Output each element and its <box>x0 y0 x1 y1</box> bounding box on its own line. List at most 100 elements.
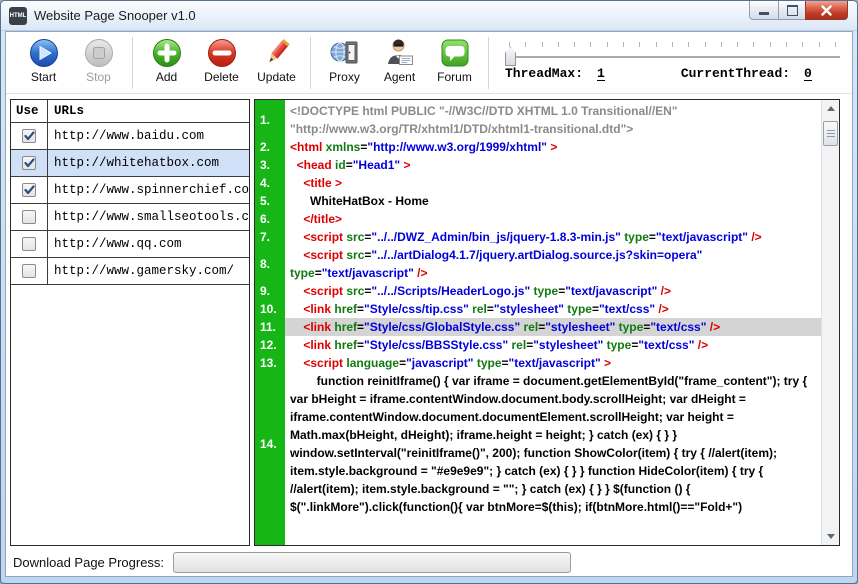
forum-button[interactable]: Forum <box>427 37 482 84</box>
url-cell: http://www.baidu.com <box>48 123 249 149</box>
minimize-button[interactable] <box>749 1 778 20</box>
thread-control-group: ThreadMax: 1 CurrentThread: 0 <box>505 37 840 81</box>
close-button[interactable] <box>805 1 848 20</box>
code-line[interactable]: 7. <script src="../../DWZ_Admin/bin_js/j… <box>255 228 822 246</box>
slider-ticks <box>505 42 840 48</box>
titlebar[interactable]: HTML Website Page Snooper v1.0 <box>1 1 857 31</box>
maximize-button[interactable] <box>778 1 805 20</box>
threadmax-slider[interactable] <box>505 56 840 59</box>
code-text: <html xmlns="http://www.w3.org/1999/xhtm… <box>285 138 822 156</box>
code-line[interactable]: 11. <link href="Style/css/GlobalStyle.cs… <box>255 318 822 336</box>
scroll-down-button[interactable] <box>822 528 839 545</box>
code-line[interactable]: 9. <script src="../../Scripts/HeaderLogo… <box>255 282 822 300</box>
code-text: function reinitIframe() { var iframe = d… <box>285 372 822 516</box>
client-area: Start Stop Add <box>5 31 853 577</box>
currentthread-label: CurrentThread: <box>681 66 790 81</box>
window-title: Website Page Snooper v1.0 <box>34 8 196 23</box>
url-table: Use URLs http://www.baidu.comhttp://whit… <box>11 100 249 285</box>
url-checkbox[interactable] <box>22 210 36 224</box>
code-line[interactable]: 4. <title > <box>255 174 822 192</box>
slider-tick <box>786 42 787 47</box>
line-number: 9. <box>255 282 285 300</box>
slider-handle[interactable] <box>505 47 516 66</box>
url-row[interactable]: http://www.qq.com <box>11 231 249 258</box>
code-line[interactable]: 5. WhiteHatBox - Home <box>255 192 822 210</box>
code-line[interactable]: 14. function reinitIframe() { var iframe… <box>255 372 822 516</box>
line-number: 8. <box>255 246 285 282</box>
slider-tick <box>574 42 575 47</box>
code-line[interactable]: 8. <script src="../../artDialog4.1.7/jqu… <box>255 246 822 282</box>
use-column-header: Use <box>11 100 48 122</box>
code-text: <link href="Style/css/tip.css" rel="styl… <box>285 300 822 318</box>
proxy-globe-icon <box>329 37 361 69</box>
use-cell <box>11 258 48 284</box>
toolbar-separator <box>310 37 311 89</box>
url-cell: http://www.smallseotools.com <box>48 204 249 230</box>
code-text: </title> <box>285 210 822 228</box>
url-checkbox[interactable] <box>22 183 36 197</box>
url-row[interactable]: http://www.baidu.com <box>11 123 249 150</box>
code-text: <script src="../../DWZ_Admin/bin_js/jque… <box>285 228 822 246</box>
source-code-view[interactable]: 1.<!DOCTYPE html PUBLIC "-//W3C//DTD XHT… <box>255 100 822 545</box>
agent-label: Agent <box>384 70 415 84</box>
slider-tick <box>509 42 510 47</box>
agent-button[interactable]: Agent <box>372 37 427 84</box>
url-row[interactable]: http://www.spinnerchief.com <box>11 177 249 204</box>
url-checkbox[interactable] <box>22 237 36 251</box>
line-number: 1. <box>255 102 285 138</box>
delete-button[interactable]: Delete <box>194 37 249 84</box>
thumb-grip-icon <box>827 130 835 137</box>
code-line[interactable]: 3. <head id="Head1" > <box>255 156 822 174</box>
code-scrollbar[interactable] <box>821 100 839 545</box>
update-button[interactable]: Update <box>249 37 304 84</box>
maximize-icon <box>787 5 798 16</box>
app-icon: HTML <box>9 7 27 25</box>
code-text: <!DOCTYPE html PUBLIC "-//W3C//DTD XHTML… <box>285 102 822 138</box>
slider-tick <box>672 42 673 47</box>
slider-tick <box>753 42 754 47</box>
slider-tick <box>688 42 689 47</box>
stop-icon <box>83 37 115 69</box>
use-cell <box>11 204 48 230</box>
close-icon <box>821 5 832 16</box>
slider-tick <box>819 42 820 47</box>
download-progress-bar <box>173 552 571 573</box>
line-number: 7. <box>255 228 285 246</box>
proxy-label: Proxy <box>329 70 360 84</box>
slider-tick <box>835 42 836 47</box>
url-row[interactable]: http://whitehatbox.com <box>11 150 249 177</box>
arrow-up-icon <box>827 106 835 111</box>
line-number: 13. <box>255 354 285 372</box>
url-checkbox[interactable] <box>22 156 36 170</box>
use-cell <box>11 123 48 149</box>
code-line[interactable]: 13. <script language="javascript" type="… <box>255 354 822 372</box>
slider-tick <box>770 42 771 47</box>
add-button[interactable]: Add <box>139 37 194 84</box>
start-button[interactable]: Start <box>16 37 71 84</box>
window-controls <box>749 1 848 20</box>
add-label: Add <box>156 70 177 84</box>
scroll-up-button[interactable] <box>822 100 839 117</box>
scrollbar-thumb[interactable] <box>823 121 838 146</box>
line-number: 5. <box>255 192 285 210</box>
stop-label: Stop <box>86 70 111 84</box>
urls-column-header: URLs <box>48 104 249 118</box>
code-line[interactable]: 6. </title> <box>255 210 822 228</box>
code-line[interactable]: 2.<html xmlns="http://www.w3.org/1999/xh… <box>255 138 822 156</box>
line-number: 2. <box>255 138 285 156</box>
stop-button[interactable]: Stop <box>71 37 126 84</box>
app-window: HTML Website Page Snooper v1.0 <box>0 0 858 584</box>
proxy-button[interactable]: Proxy <box>317 37 372 84</box>
update-label: Update <box>257 70 296 84</box>
code-line[interactable]: 12. <link href="Style/css/BBSStyle.css" … <box>255 336 822 354</box>
play-icon <box>28 37 60 69</box>
code-line[interactable]: 10. <link href="Style/css/tip.css" rel="… <box>255 300 822 318</box>
url-checkbox[interactable] <box>22 129 36 143</box>
url-checkbox[interactable] <box>22 264 36 278</box>
url-row[interactable]: http://www.gamersky.com/ <box>11 258 249 285</box>
minimize-icon <box>759 12 769 15</box>
code-line[interactable]: 1.<!DOCTYPE html PUBLIC "-//W3C//DTD XHT… <box>255 102 822 138</box>
code-text: <link href="Style/css/BBSStyle.css" rel=… <box>285 336 822 354</box>
url-row[interactable]: http://www.smallseotools.com <box>11 204 249 231</box>
progress-label: Download Page Progress: <box>13 555 164 570</box>
